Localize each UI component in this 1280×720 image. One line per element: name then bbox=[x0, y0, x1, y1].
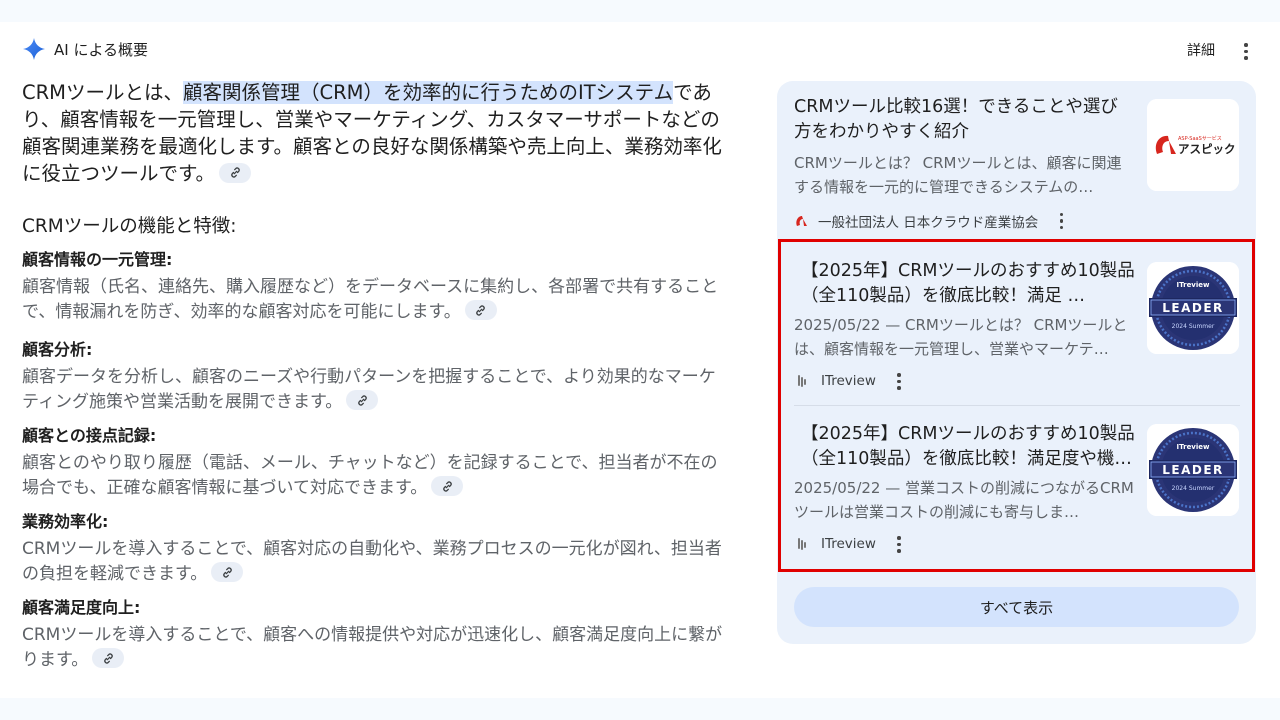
source-title[interactable]: CRMツール比較16選！できることや選び方をわかりやすく紹介 bbox=[794, 95, 1129, 145]
citation-link-button[interactable] bbox=[431, 476, 464, 496]
source-snippet: CRMツールとは？ CRMツールとは、顧客に関連する情報を一元的に管理できるシス… bbox=[794, 154, 1122, 196]
feature-desc-text: 顧客情報（氏名、連絡先、購入履歴など）をデータベースに集約し、各部署で共有するこ… bbox=[22, 277, 719, 322]
feature-description: CRMツールを導入することで、顧客対応の自動化や、業務プロセスの一元化が図れ、担… bbox=[22, 537, 732, 587]
intro-text-before: CRMツールとは、 bbox=[22, 81, 183, 104]
show-all-button[interactable]: すべて表示 bbox=[794, 587, 1239, 627]
source-attribution: 一般社団法人 日本クラウド産業協会 bbox=[794, 211, 1240, 231]
feature-item: 顧客分析: 顧客データを分析し、顧客のニーズや行動パターンを把握することで、より… bbox=[22, 338, 732, 415]
source-more-options-icon[interactable] bbox=[1052, 212, 1070, 230]
feature-title: 顧客分析: bbox=[22, 340, 93, 359]
detail-link[interactable]: 詳細 bbox=[1187, 40, 1215, 60]
feature-description: 顧客データを分析し、顧客のニーズや行動パターンを把握することで、より効果的なマー… bbox=[22, 365, 732, 415]
feature-title: 顧客満足度向上: bbox=[22, 598, 141, 617]
link-icon bbox=[104, 652, 113, 664]
aspic-logo-icon: ASP-SaaSサービス アスピック bbox=[1147, 99, 1239, 191]
feature-item: 顧客との接点記録: 顧客とのやり取り履歴（電話、メール、チャットなど）を記録する… bbox=[22, 424, 732, 501]
more-options-icon[interactable] bbox=[1237, 43, 1255, 60]
feature-title: 顧客との接点記録: bbox=[22, 426, 157, 445]
feature-item: 業務効率化: CRMツールを導入することで、顧客対応の自動化や、業務プロセスの一… bbox=[22, 510, 732, 587]
citation-link-button[interactable] bbox=[211, 562, 244, 582]
features-heading: CRMツールの機能と特徴: bbox=[22, 216, 237, 237]
feature-description: CRMツールを導入することで、顧客への情報提供や対応が迅速化し、顧客満足度向上に… bbox=[22, 623, 732, 673]
feature-description: 顧客とのやり取り履歴（電話、メール、チャットなど）を記録することで、担当者が不在… bbox=[22, 451, 732, 501]
aspic-logo-wordmark: アスピック bbox=[1178, 142, 1236, 156]
feature-item: 顧客満足度向上: CRMツールを導入することで、顧客への情報提供や対応が迅速化し… bbox=[22, 596, 732, 673]
link-icon bbox=[357, 394, 367, 406]
annotation-highlight-box bbox=[778, 239, 1255, 572]
link-icon bbox=[442, 480, 452, 492]
intro-paragraph: CRMツールとは、顧客関係管理（CRM）を効率的に行うためのITシステムであり、… bbox=[22, 79, 732, 187]
intro-highlight[interactable]: 顧客関係管理（CRM）を効率的に行うためのITシステム bbox=[183, 81, 674, 104]
feature-item: 顧客情報の一元管理: 顧客情報（氏名、連絡先、購入履歴など）をデータベースに集約… bbox=[22, 248, 732, 325]
feature-desc-text: CRMツールを導入することで、顧客対応の自動化や、業務プロセスの一元化が図れ、担… bbox=[22, 539, 722, 584]
overview-content: CRMツールとは、顧客関係管理（CRM）を効率的に行うためのITシステムであり、… bbox=[22, 79, 732, 682]
citation-link-button[interactable] bbox=[219, 162, 252, 183]
citation-link-button[interactable] bbox=[464, 300, 497, 320]
gemini-sparkle-icon bbox=[23, 38, 45, 60]
feature-title: 顧客情報の一元管理: bbox=[22, 250, 173, 269]
source-name[interactable]: 一般社団法人 日本クラウド産業協会 bbox=[818, 211, 1038, 231]
link-icon bbox=[223, 566, 232, 578]
ai-overview-header: AI による概要 bbox=[22, 36, 148, 62]
feature-description: 顧客情報（氏名、連絡先、購入履歴など）をデータベースに集約し、各部署で共有するこ… bbox=[22, 275, 732, 325]
citation-link-button[interactable] bbox=[92, 648, 125, 668]
aspic-logo-caption: ASP-SaaSサービス bbox=[1178, 135, 1222, 142]
feature-title: 業務効率化: bbox=[22, 512, 109, 531]
link-icon bbox=[476, 304, 486, 316]
feature-desc-text: 顧客とのやり取り履歴（電話、メール、チャットなど）を記録することで、担当者が不在… bbox=[22, 453, 718, 498]
feature-desc-text: CRMツールを導入することで、顧客への情報提供や対応が迅速化し、顧客満足度向上に… bbox=[22, 625, 723, 670]
link-icon bbox=[230, 167, 240, 178]
source-thumbnail[interactable]: ASP-SaaSサービス アスピック bbox=[1147, 99, 1239, 191]
citation-link-button[interactable] bbox=[346, 390, 379, 410]
ai-overview-title: AI による概要 bbox=[54, 40, 149, 59]
aspic-favicon-icon bbox=[796, 216, 807, 226]
